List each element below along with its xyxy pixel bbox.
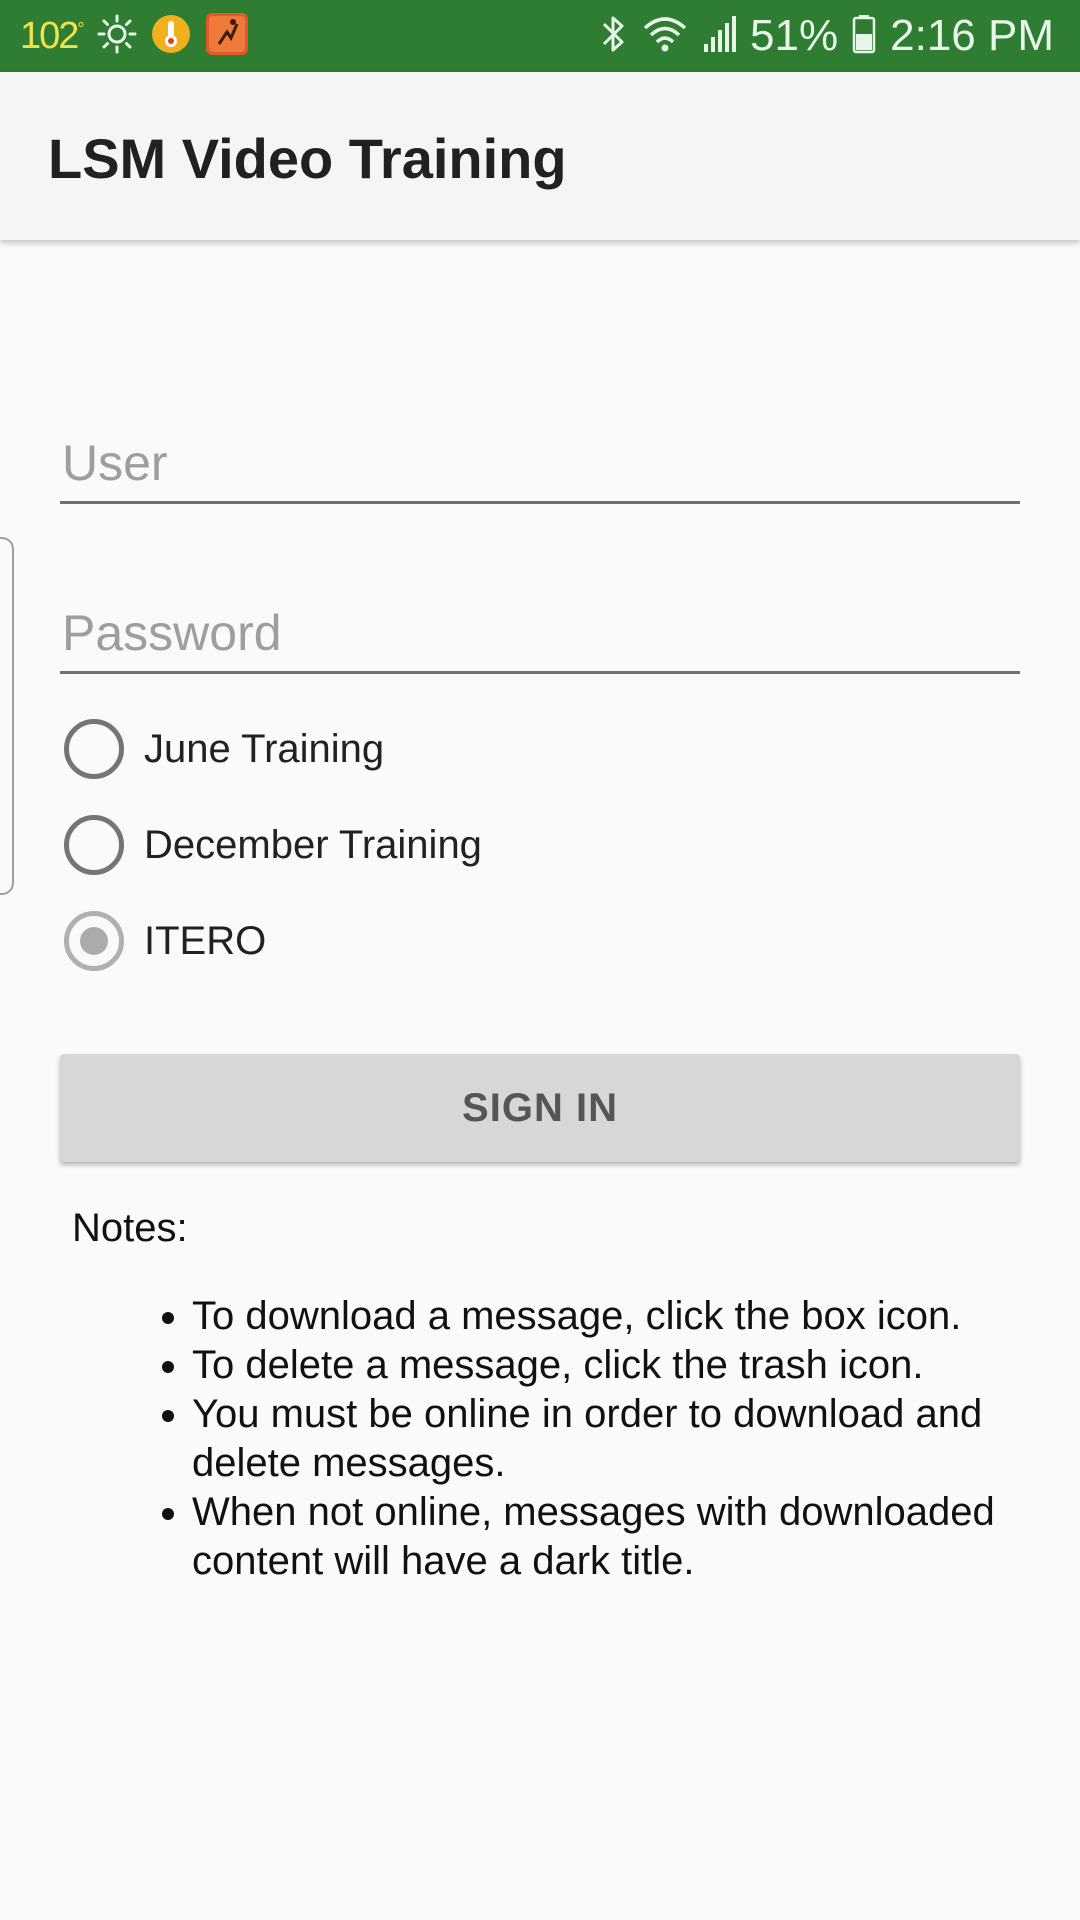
temperature-readout: 102° [20,14,85,57]
radio-itero[interactable]: ITERO [64,909,266,973]
notes-list: To download a message, click the box ico… [192,1292,1032,1586]
radio-label: December Training [144,822,482,867]
status-bar-right: 51% 2:16 PM [598,0,1054,72]
radio-label: ITERO [144,918,267,963]
radio-button[interactable] [64,719,124,779]
status-bar-left: 102° [20,0,249,72]
list-item: To download a message, click the box ico… [192,1292,1032,1341]
sign-in-button[interactable]: SIGN IN [60,1054,1020,1162]
radio-december-training[interactable]: December Training [64,813,482,877]
sun-icon [97,14,137,59]
status-bar: 102° 51% 2:16 PM [0,0,1080,72]
battery-icon [852,14,876,59]
list-item: When not online, messages with downloade… [192,1488,1032,1586]
app-bar: LSM Video Training [0,72,1080,240]
radio-button-selected[interactable] [64,911,124,971]
signal-icon [702,14,737,59]
battery-percent: 51% [750,11,839,60]
thermometer-icon [151,14,191,59]
radio-june-training[interactable]: June Training [64,717,384,781]
list-item: You must be online in order to download … [192,1390,1032,1488]
app-notification-icon [205,12,249,61]
list-item: To delete a message, click the trash ico… [192,1341,1032,1390]
page-title: LSM Video Training [48,127,567,190]
edge-panel-handle[interactable] [0,537,14,895]
bluetooth-icon [598,12,628,61]
clock: 2:16 PM [890,11,1054,60]
user-input[interactable] [60,424,1020,504]
radio-label: June Training [144,726,385,771]
password-input[interactable] [60,594,1020,674]
wifi-icon [642,14,688,59]
radio-button[interactable] [64,815,124,875]
notes-heading: Notes: [72,1206,188,1250]
